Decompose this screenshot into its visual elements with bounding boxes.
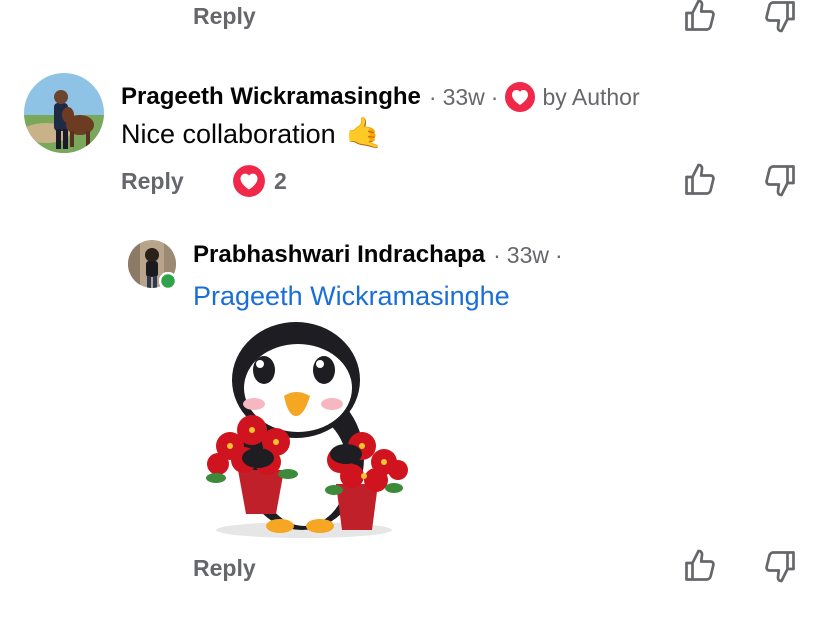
reply-button[interactable]: Reply: [193, 5, 256, 28]
meta-separator: ·: [490, 83, 499, 110]
thumbs-down-icon[interactable]: [762, 0, 798, 34]
comment-text: Nice collaboration: [121, 118, 336, 149]
mention-link[interactable]: Prageeth Wickramasinghe: [193, 283, 510, 310]
penguin-sticker: [206, 322, 408, 538]
reply-timestamp[interactable]: 33w: [507, 243, 549, 267]
thumbs-up-icon[interactable]: [682, 0, 718, 34]
thumbs-up-icon[interactable]: [682, 548, 718, 584]
heart-badge-icon: [505, 82, 536, 112]
meta-separator: ·: [428, 83, 437, 110]
meta-separator: ·: [554, 241, 563, 268]
thumbs-down-icon[interactable]: [762, 548, 798, 584]
avatar[interactable]: [24, 73, 104, 153]
comment-author[interactable]: Prageeth Wickramasinghe: [121, 85, 421, 109]
thumbs-down-icon[interactable]: [762, 162, 798, 198]
reply-button[interactable]: Reply: [121, 170, 184, 193]
reaction-summary[interactable]: 2: [232, 164, 287, 198]
reaction-count: 2: [274, 167, 287, 194]
comment-timestamp[interactable]: 33w: [443, 85, 485, 109]
meta-separator: ·: [493, 241, 501, 268]
author-badge: by Author: [542, 83, 640, 110]
reply-author[interactable]: Prabhashwari Indrachapa: [193, 243, 485, 267]
online-status-indicator: [159, 272, 177, 290]
thumbs-up-icon[interactable]: [682, 162, 718, 198]
avatar-photo: [24, 73, 104, 153]
call-me-hand-emoji: 🤙: [345, 117, 383, 150]
reply-button[interactable]: Reply: [193, 557, 256, 580]
love-reaction-icon: [233, 165, 265, 197]
